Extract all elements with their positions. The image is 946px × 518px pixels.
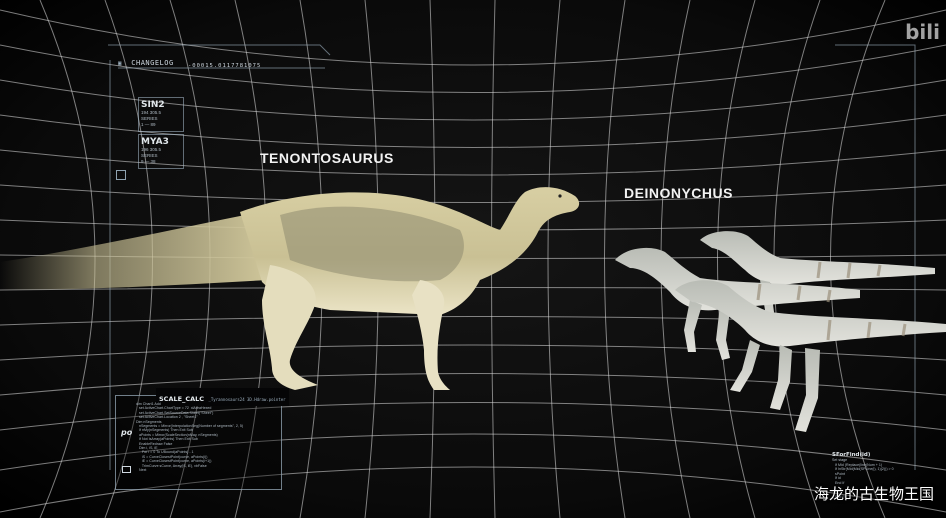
corner-logo: bili: [905, 20, 940, 44]
folder-icon: [122, 466, 131, 473]
changelog-icon: ▣: [118, 60, 122, 67]
side-box-line: 9 — 38: [141, 159, 156, 164]
side-box-title: MYA3: [141, 137, 169, 147]
changelog-code: -00015.0117781075: [188, 63, 262, 69]
side-box-sin2: SIN2 194 305.5 SERIES 1 — 89: [138, 97, 184, 132]
changelog-panel: ▣ CHANGELOG -00015.0117781075: [118, 50, 328, 69]
scene: bili ▣ CHANGELOG -00015.0117781075 SIN2 …: [0, 0, 946, 518]
side-box-line: 1 — 89: [141, 122, 156, 127]
scale-calc-code: dim Chart1 Add set ActiveChart.ChartType…: [136, 402, 243, 473]
code-line: Next: [136, 468, 147, 473]
scale-calc-panel: SCALE_CALC _Tyrannosaurs24 3D.Hdraw.poin…: [115, 388, 289, 490]
side-box-mya3: MYA3 196 305.5 SERIES 9 — 38: [138, 134, 184, 169]
deinonychus-label: DEINONYCHUS: [624, 185, 733, 201]
watermark-text: 海龙的古生物王国: [813, 485, 934, 503]
tenontosaurus-label: TENONTOSAURUS: [260, 150, 394, 166]
side-box-title: SIN2: [141, 100, 165, 110]
changelog-title: CHANGELOG: [131, 59, 174, 67]
small-square-marker: [116, 170, 126, 180]
po-icon: po: [121, 428, 133, 437]
